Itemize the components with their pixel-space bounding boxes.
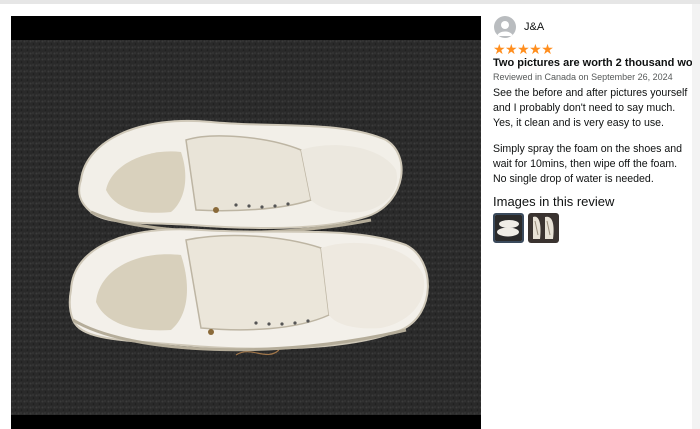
shoe-bottom <box>68 228 429 356</box>
image-viewer[interactable] <box>11 16 481 429</box>
shoes-photo-thumbnail-2-icon <box>528 213 559 243</box>
review-title: Two pictures are worth 2 thousand words <box>493 57 700 69</box>
avatar <box>494 16 516 38</box>
scrollbar[interactable] <box>692 4 700 429</box>
images-heading: Images in this review <box>493 194 615 209</box>
review-photo <box>11 40 481 415</box>
thumbnail-2[interactable] <box>528 213 559 243</box>
review-paragraph-1: See the before and after pictures yourse… <box>493 87 688 129</box>
top-border <box>0 0 700 4</box>
shoes-photo-thumbnail-1-icon <box>495 215 522 241</box>
star-rating: ★★★★★ <box>493 41 554 57</box>
review-paragraph-2: Simply spray the foam on the shoes and w… <box>493 143 683 185</box>
reviewer: J&A <box>494 16 544 38</box>
review-date: Reviewed in Canada on September 26, 2024 <box>493 72 673 82</box>
thumbnail-1[interactable] <box>493 213 524 243</box>
thumbnail-strip <box>493 213 559 243</box>
reviewer-name: J&A <box>524 21 545 33</box>
shoe-top <box>78 119 403 234</box>
